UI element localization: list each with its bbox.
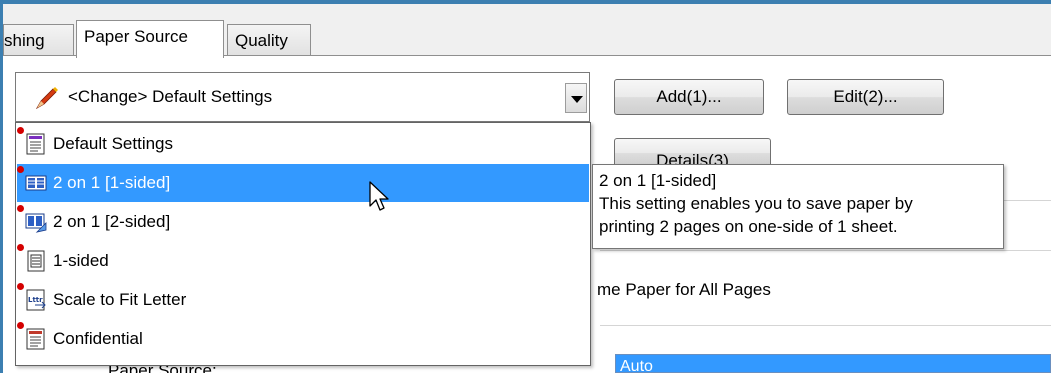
marker-dot — [17, 127, 24, 134]
list-item-label: 1-sided — [53, 251, 109, 270]
list-item-default-settings[interactable]: Default Settings — [17, 125, 589, 163]
tooltip-line: printing 2 pages on one-side of 1 sheet. — [599, 217, 898, 236]
list-item-confidential[interactable]: Confidential — [17, 320, 589, 358]
list-item-scale-to-fit-letter[interactable]: Lttr Scale to Fit Letter — [17, 281, 589, 319]
tab-paper-source-label: Paper Source — [84, 27, 188, 46]
separator-line — [600, 250, 1051, 251]
marker-dot — [17, 283, 24, 290]
pencil-icon — [35, 87, 58, 110]
list-item-label: 2 on 1 [1-sided] — [53, 173, 171, 192]
svg-text:Lttr: Lttr — [28, 296, 43, 304]
two-on-one-icon — [25, 175, 47, 191]
list-item-label: Scale to Fit Letter — [53, 290, 187, 309]
same-paper-label[interactable]: me Paper for All Pages — [597, 280, 771, 300]
tab-quality-label: Quality — [235, 31, 288, 50]
default-settings-icon — [26, 133, 45, 155]
tooltip-title: 2 on 1 [1-sided] — [599, 171, 717, 190]
tab-quality[interactable]: Quality — [227, 24, 311, 58]
list-item-label: 2 on 1 [2-sided] — [53, 212, 171, 231]
add-button[interactable]: Add(1)... — [614, 79, 764, 115]
tooltip-line: This setting enables you to save paper b… — [599, 194, 913, 213]
marker-dot — [17, 166, 24, 173]
profile-combobox[interactable]: <Change> Default Settings — [15, 72, 590, 122]
marker-dot — [17, 322, 24, 329]
separator-line — [600, 325, 1051, 326]
confidential-icon — [26, 328, 45, 350]
dropdown-arrow-button[interactable] — [565, 83, 587, 113]
two-on-one-duplex-icon — [25, 213, 47, 233]
tab-finishing-label: shing — [4, 31, 45, 50]
mouse-cursor-icon — [369, 181, 389, 211]
one-sided-icon — [27, 250, 45, 272]
paper-source-listbox[interactable]: Auto — [615, 354, 1051, 373]
list-item-1-sided[interactable]: 1-sided — [17, 242, 589, 280]
marker-dot — [17, 205, 24, 212]
list-item-label: Confidential — [53, 329, 143, 348]
list-item-label: Default Settings — [53, 134, 174, 153]
tab-finishing[interactable]: shing — [3, 24, 74, 58]
chevron-down-icon — [571, 96, 583, 103]
paper-source-value: Auto — [620, 358, 653, 373]
profile-combobox-value: <Change> Default Settings — [68, 87, 273, 106]
list-item-2on1-2sided[interactable]: 2 on 1 [2-sided] — [17, 203, 589, 241]
marker-dot — [17, 244, 24, 251]
profile-dropdown-list: Default Settings 2 on 1 [1-sided] 2 on 1… — [15, 122, 591, 366]
tab-strip: shing Paper Source Quality — [3, 4, 1051, 60]
edit-button[interactable]: Edit(2)... — [787, 79, 944, 115]
tooltip: 2 on 1 [1-sided] This setting enables yo… — [592, 164, 1004, 249]
list-item-2on1-1sided[interactable]: 2 on 1 [1-sided] — [17, 164, 589, 202]
scale-letter-icon: Lttr — [26, 289, 46, 311]
tab-paper-source[interactable]: Paper Source — [76, 20, 224, 58]
